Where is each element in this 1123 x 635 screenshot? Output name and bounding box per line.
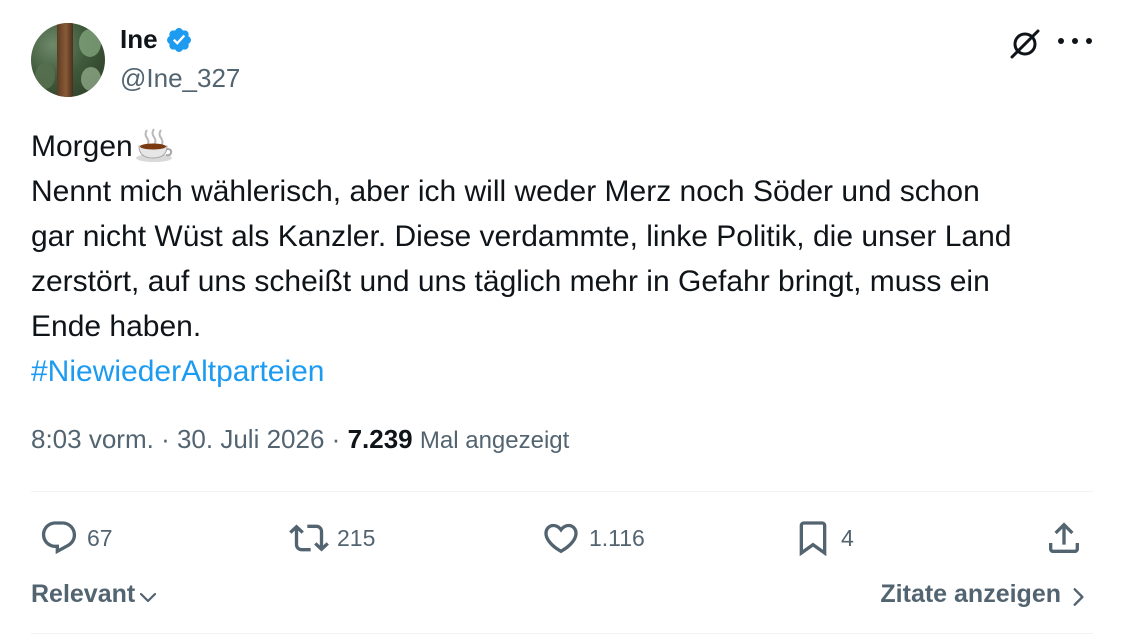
like-button[interactable]: 1.116	[541, 516, 645, 560]
share-icon	[1049, 522, 1079, 553]
bookmark-icon	[799, 521, 827, 557]
author-handle[interactable]: @Ine_327	[120, 63, 240, 94]
tweet-line-3: gar nicht Wüst als Kanzler. Diese verdam…	[31, 220, 1012, 253]
tweet-line-4: zerstört, auf uns scheißt und uns täglic…	[31, 265, 990, 298]
tweet-line-2: Nennt mich wählerisch, aber ich will wed…	[31, 175, 980, 208]
tweet-text: Morgen Nennt mich wählerisch, aber ich w…	[31, 124, 1106, 394]
tweet-time[interactable]: 8:03 vorm.	[31, 424, 154, 454]
quotes-label: Zitate anzeigen	[880, 580, 1061, 608]
chevron-down-icon	[140, 592, 157, 602]
views-label: Mal angezeigt	[419, 427, 570, 454]
share-button[interactable]	[1044, 516, 1084, 560]
reply-icon	[41, 521, 77, 555]
views-count: 7.239	[347, 424, 413, 454]
view-quotes-link[interactable]: Zitate anzeigen	[880, 580, 1089, 609]
repost-icon	[289, 524, 329, 552]
grok-icon[interactable]	[1006, 24, 1044, 62]
chevron-right-icon	[1073, 587, 1084, 606]
like-icon	[544, 523, 578, 554]
tweet-date[interactable]: 30. Juli 2026	[177, 424, 324, 454]
verified-badge-icon	[166, 27, 191, 52]
tweet-line-5: Ende haben.	[31, 310, 202, 343]
reply-button[interactable]: 67	[39, 516, 113, 560]
sort-label: Relevant	[31, 580, 136, 608]
tweet-line-1-text: Morgen	[31, 130, 133, 163]
repost-count: 215	[337, 524, 376, 551]
sort-replies-dropdown[interactable]: Relevant	[31, 580, 158, 609]
avatar[interactable]	[31, 23, 105, 97]
divider	[31, 633, 1093, 634]
display-name[interactable]: Ine	[120, 24, 158, 55]
like-count: 1.116	[589, 524, 645, 551]
meta-separator: ·	[161, 424, 170, 454]
more-icon[interactable]	[1058, 36, 1092, 46]
tweet-line-1: Morgen	[31, 124, 1106, 169]
hashtag-link[interactable]: #NiewiederAltparteien	[31, 349, 1106, 394]
bookmark-button[interactable]: 4	[793, 516, 854, 560]
divider	[31, 491, 1093, 492]
author-name-row[interactable]: Ine	[120, 24, 193, 55]
hot-beverage-icon	[135, 128, 172, 162]
meta-separator: ·	[331, 424, 341, 454]
repost-button[interactable]: 215	[289, 516, 375, 560]
bookmark-count: 4	[841, 524, 854, 551]
tweet-meta: 8:03 vorm. · 30. Juli 2026 · 7.239 Mal a…	[31, 424, 569, 455]
reply-count: 67	[87, 524, 113, 551]
